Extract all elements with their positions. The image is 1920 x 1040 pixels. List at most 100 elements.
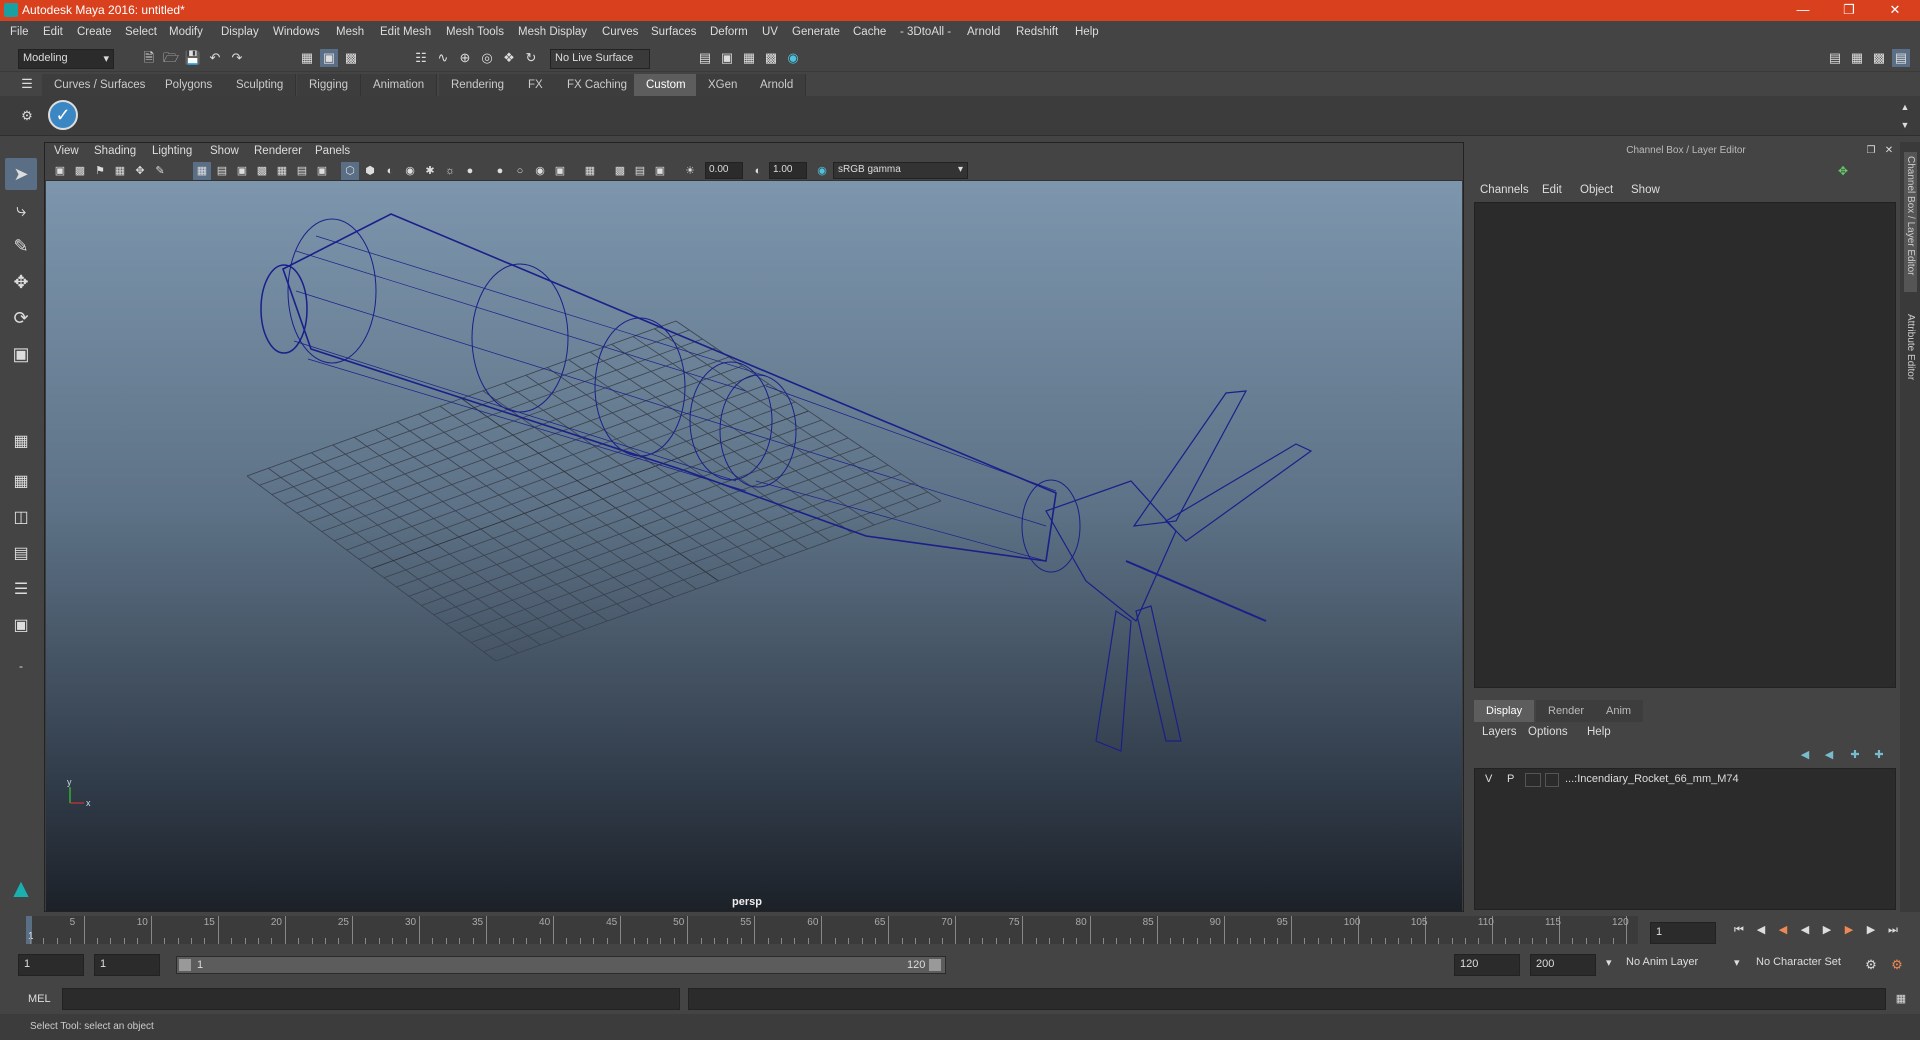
character-set-dropdown[interactable]: No Character Set [1752, 954, 1870, 976]
shadows-icon[interactable]: ☼ [441, 162, 459, 180]
hypershade-layout-icon[interactable]: ▣ [5, 610, 37, 642]
menu-deform[interactable]: Deform [710, 26, 748, 38]
dof-icon[interactable]: ◉ [531, 162, 549, 180]
mode-selector[interactable]: Modeling ▾ [18, 49, 114, 69]
shelf-tab-fx[interactable]: FX [516, 74, 556, 96]
antialias-icon[interactable]: ○ [511, 162, 529, 180]
step-forward-key-icon[interactable]: ▶ [1862, 921, 1880, 939]
layer-menu-layers[interactable]: Layers [1482, 726, 1517, 738]
isolate-select-icon[interactable]: ▣ [551, 162, 569, 180]
move-layer-up-icon[interactable]: ◀ [1796, 746, 1814, 764]
vp-menu-show[interactable]: Show [210, 145, 239, 157]
camera-icon[interactable]: ▣ [51, 162, 69, 180]
render-frame-icon[interactable]: ▣ [718, 49, 736, 67]
menu-surfaces[interactable]: Surfaces [651, 26, 696, 38]
lights-icon[interactable]: ✱ [421, 162, 439, 180]
channel-box-toggle-icon[interactable]: ▤ [1892, 49, 1910, 67]
menu-edit-mesh[interactable]: Edit Mesh [380, 26, 431, 38]
range-end-handle[interactable] [929, 959, 941, 971]
snap-grid-icon[interactable]: ☷ [412, 49, 430, 67]
two-view-layout-icon[interactable]: ◫ [5, 502, 37, 534]
new-scene-icon[interactable]: 🗎 [140, 49, 158, 67]
safe-action-icon[interactable]: ▤ [293, 162, 311, 180]
bookmark-icon[interactable]: ⚑ [91, 162, 109, 180]
auto-key-icon[interactable]: ⚙ [1862, 956, 1880, 974]
camera-lock-icon[interactable]: ▩ [71, 162, 89, 180]
range-start-handle[interactable] [179, 959, 191, 971]
resolution-gate-icon[interactable]: ▣ [233, 162, 251, 180]
menu-mesh-tools[interactable]: Mesh Tools [446, 26, 504, 38]
layer-menu-options[interactable]: Options [1528, 726, 1568, 738]
shelf-tab-rigging[interactable]: Rigging [297, 74, 361, 96]
menu-curves[interactable]: Curves [602, 26, 638, 38]
animation-prefs-icon[interactable]: ⚙ [1888, 956, 1906, 974]
vp-menu-renderer[interactable]: Renderer [254, 145, 302, 157]
cb-menu-edit[interactable]: Edit [1542, 184, 1562, 196]
ipr-render-icon[interactable]: ▦ [740, 49, 758, 67]
anim-end-field[interactable]: 200 [1530, 954, 1596, 976]
shelf-tab-custom[interactable]: Custom [634, 74, 699, 96]
layer-tab-anim[interactable]: Anim [1594, 700, 1644, 722]
save-scene-icon[interactable]: 💾 [184, 49, 202, 67]
menu-create[interactable]: Create [77, 26, 112, 38]
menu-uv[interactable]: UV [762, 26, 778, 38]
go-to-start-icon[interactable]: ⏮ [1730, 921, 1748, 939]
rotate-tool-icon[interactable]: ⟳ [5, 302, 37, 334]
gate-mask-icon[interactable]: ▩ [253, 162, 271, 180]
shelf-tab-fx-caching[interactable]: FX Caching [555, 74, 641, 96]
exposure-icon[interactable]: ☀ [681, 162, 699, 180]
four-view-layout-icon[interactable]: ▦ [5, 466, 37, 498]
open-scene-icon[interactable]: 🗁 [162, 49, 180, 67]
snap-curve-icon[interactable]: ∿ [434, 49, 452, 67]
safe-title-icon[interactable]: ▣ [313, 162, 331, 180]
shelf-tab-sculpting[interactable]: Sculpting [224, 74, 297, 96]
select-component-icon[interactable]: ▩ [342, 49, 360, 67]
film-gate-icon[interactable]: ▤ [213, 162, 231, 180]
shelf-scroll-up-icon[interactable]: ▲ [1896, 98, 1914, 116]
step-back-frame-icon[interactable]: ◀ [1774, 921, 1792, 939]
menu-edit[interactable]: Edit [43, 26, 63, 38]
smooth-shade-icon[interactable]: ⬢ [361, 162, 379, 180]
layer-name[interactable]: ...:Incendiary_Rocket_66_mm_M74 [1565, 773, 1739, 785]
checkmark-shelf-icon[interactable]: ✓ [48, 100, 78, 130]
menu-select[interactable]: Select [125, 26, 157, 38]
minimize-icon[interactable]: — [1780, 0, 1826, 21]
shelf-tab-animation[interactable]: Animation [361, 74, 438, 96]
vp-menu-panels[interactable]: Panels [315, 145, 350, 157]
close-panel-icon[interactable]: ✕ [1880, 142, 1898, 160]
grid-toggle-icon[interactable]: ▦ [193, 162, 211, 180]
backface-icon[interactable]: ▣ [651, 162, 669, 180]
gamma-field[interactable]: 1.00 [769, 162, 807, 179]
live-surface-field[interactable]: No Live Surface [550, 49, 650, 69]
shelf-tab-arnold[interactable]: Arnold [748, 74, 807, 96]
script-editor-icon[interactable]: ▦ [1892, 990, 1910, 1008]
redo-icon[interactable]: ↷ [228, 49, 246, 67]
close-icon[interactable]: ✕ [1872, 0, 1918, 21]
current-frame-field[interactable]: 1 [1650, 922, 1716, 944]
playback-end-field[interactable]: 120 [1454, 954, 1520, 976]
menu-cache[interactable]: Cache [853, 26, 886, 38]
textured-icon[interactable]: ◉ [401, 162, 419, 180]
motion-blur-icon[interactable]: ● [491, 162, 509, 180]
select-object-icon[interactable]: ▣ [320, 49, 338, 67]
hypershade-icon[interactable]: ◉ [784, 49, 802, 67]
shelf-tab-xgen[interactable]: XGen [696, 74, 751, 96]
render-view-icon[interactable]: ▩ [762, 49, 780, 67]
shelf-tab-polygons[interactable]: Polygons [153, 74, 226, 96]
cb-menu-channels[interactable]: Channels [1480, 184, 1529, 196]
menu-redshift[interactable]: Redshift [1016, 26, 1058, 38]
viewport-canvas[interactable]: y x persp [46, 181, 1462, 911]
colorspace-dropdown[interactable]: sRGB gamma ▾ [833, 162, 968, 179]
restore-icon[interactable]: ❐ [1826, 0, 1872, 21]
scale-tool-icon[interactable]: ▣ [5, 338, 37, 370]
menu-file[interactable]: File [10, 26, 29, 38]
layer-playback-toggle[interactable]: P [1507, 773, 1514, 785]
step-forward-frame-icon[interactable]: ▶ [1840, 921, 1858, 939]
exposure-field[interactable]: 0.00 [705, 162, 743, 179]
wireframe-on-shaded-icon[interactable]: ◐ [381, 162, 399, 180]
move-tool-icon[interactable]: ✥ [5, 266, 37, 298]
layer-row[interactable]: V P ...:Incendiary_Rocket_66_mm_M74 [1475, 771, 1895, 789]
snap-live-icon[interactable]: ↻ [522, 49, 540, 67]
command-input[interactable] [62, 988, 680, 1010]
image-plane-icon[interactable]: ▦ [111, 162, 129, 180]
